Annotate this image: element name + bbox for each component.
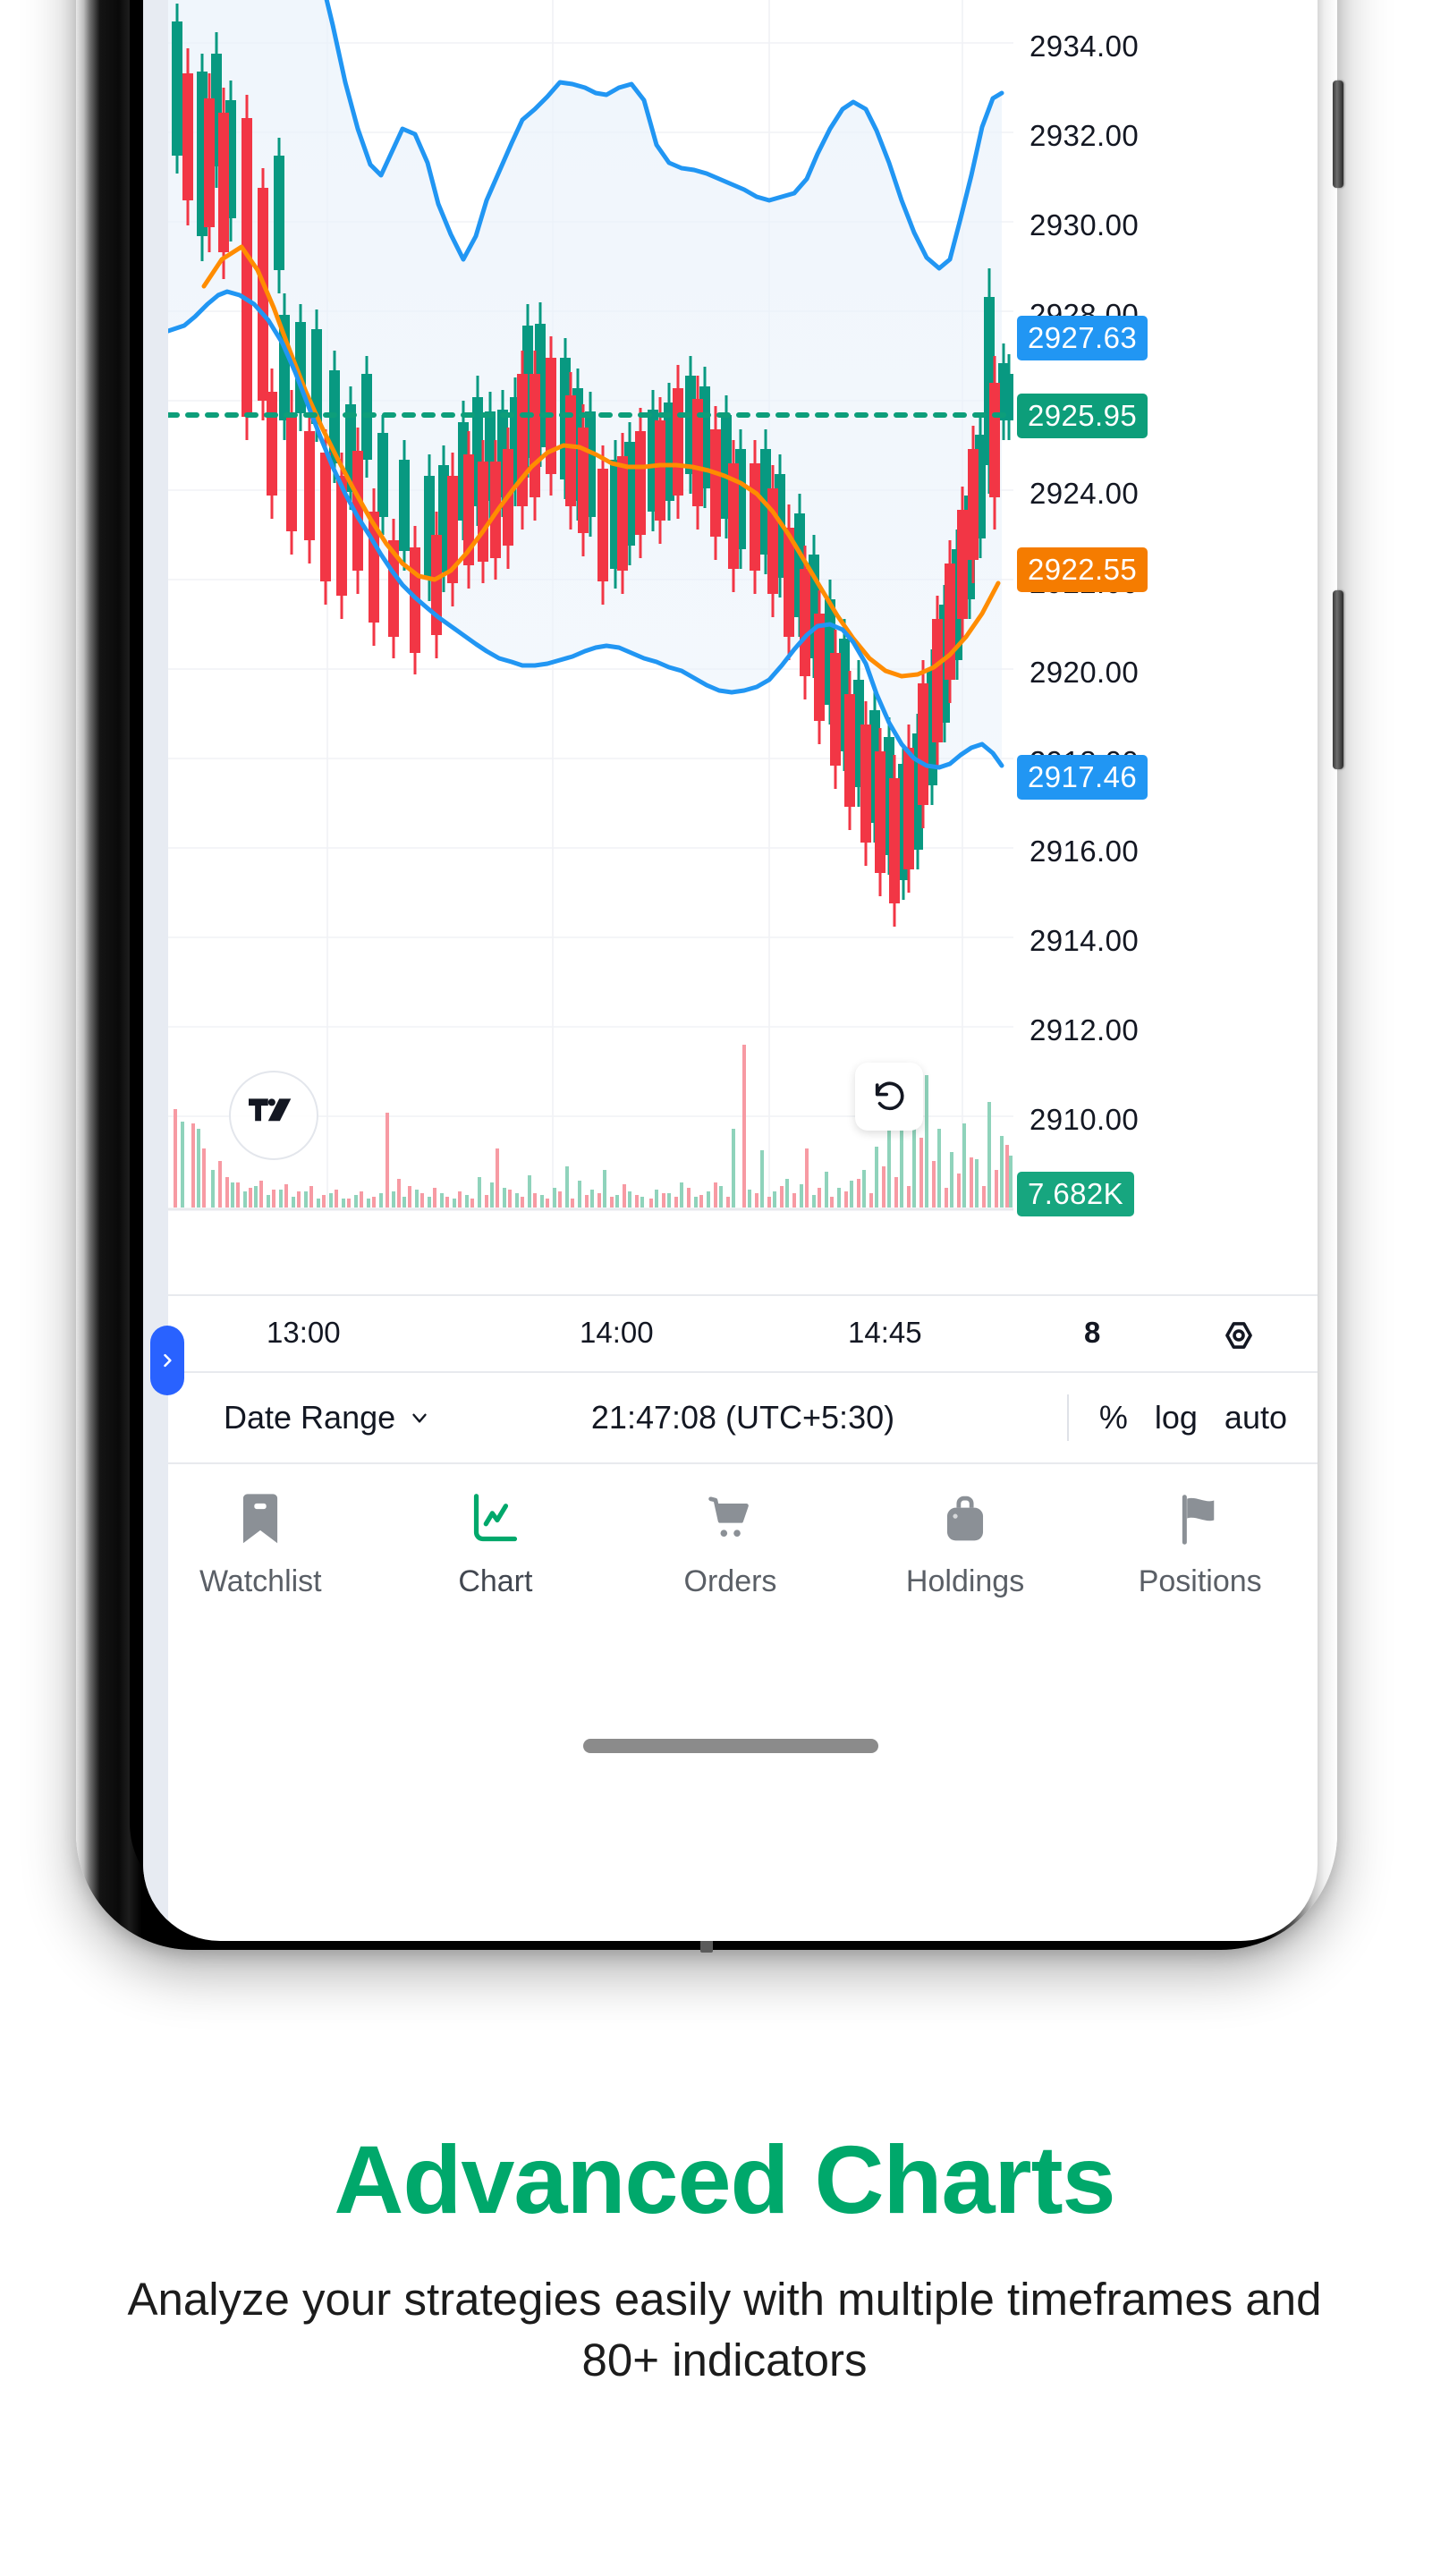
price-label-moving-average: 2922.55: [1017, 547, 1148, 592]
price-tick: 2934.00: [1030, 30, 1140, 63]
chart-settings-button[interactable]: [1216, 1312, 1262, 1359]
price-tick: 2914.00: [1030, 924, 1140, 957]
phone-volume-button[interactable]: [1333, 80, 1343, 188]
bookmark-icon: [234, 1489, 286, 1550]
time-tick: 14:00: [580, 1316, 654, 1349]
price-label-bollinger-lower: 2917.46: [1017, 755, 1148, 800]
drawing-toolbar-rail: [143, 0, 168, 1941]
time-tick: 14:45: [848, 1316, 922, 1349]
log-scale-toggle[interactable]: log: [1155, 1399, 1198, 1436]
nav-label: Orders: [683, 1564, 777, 1598]
price-axis[interactable]: 2938.00 2936.00 2934.00 2932.00 2930.00 …: [1013, 0, 1318, 1286]
price-tick: 2930.00: [1030, 208, 1140, 242]
phone-power-button[interactable]: [1333, 590, 1343, 769]
phone-screen: 2938.00 2936.00 2934.00 2932.00 2930.00 …: [143, 0, 1318, 1941]
scale-options: % log auto: [1099, 1399, 1287, 1436]
nav-label: Holdings: [905, 1564, 1025, 1598]
price-tick: 2920.00: [1030, 656, 1140, 689]
nav-label: Watchlist: [199, 1564, 322, 1598]
hex-settings-icon: [1225, 1322, 1252, 1349]
price-label-bollinger-upper: 2927.63: [1017, 316, 1148, 360]
auto-scale-toggle[interactable]: auto: [1224, 1399, 1287, 1436]
date-range-label: Date Range: [224, 1399, 396, 1436]
session-clock: 21:47:08 (UTC+5:30): [590, 1399, 895, 1436]
price-tick: 2912.00: [1030, 1013, 1140, 1046]
price-tick: 2910.00: [1030, 1103, 1140, 1136]
nav-item-positions[interactable]: Positions: [1082, 1489, 1318, 1597]
percent-scale-toggle[interactable]: %: [1099, 1399, 1128, 1436]
chevron-down-icon: [412, 1413, 427, 1423]
price-tick: 2924.00: [1030, 477, 1140, 510]
date-range-dropdown[interactable]: Date Range: [224, 1399, 431, 1436]
nav-item-holdings[interactable]: Holdings: [848, 1489, 1083, 1597]
reset-chart-view-button[interactable]: [855, 1063, 923, 1131]
time-tick-current: 8: [1084, 1316, 1101, 1349]
promo-subtitle: Analyze your strategies easily with mult…: [127, 2274, 1322, 2386]
nav-item-chart[interactable]: Chart: [378, 1489, 614, 1597]
chevron-right-icon: [164, 1353, 172, 1368]
reset-rotate-icon: [875, 1081, 904, 1111]
cart-icon: [704, 1489, 756, 1550]
promo-title: Advanced Charts: [334, 2125, 1115, 2233]
home-indicator[interactable]: [582, 1739, 878, 1753]
divider: [1067, 1394, 1069, 1441]
price-label-last-price: 2925.95: [1017, 394, 1148, 438]
briefcase-icon: [939, 1489, 991, 1550]
nav-item-watchlist[interactable]: Watchlist: [143, 1489, 378, 1597]
date-range-bar: Date Range 21:47:08 (UTC+5:30) % log aut…: [168, 1373, 1318, 1464]
flag-icon: [1174, 1489, 1226, 1550]
time-tick: 13:00: [267, 1316, 341, 1349]
tradingview-logo-badge[interactable]: [229, 1071, 318, 1160]
expand-toolbar-button[interactable]: [150, 1326, 184, 1395]
price-tick: 2932.00: [1030, 119, 1140, 152]
time-axis[interactable]: 13:00 14:00 14:45 8: [168, 1294, 1318, 1373]
nav-label: Positions: [1138, 1564, 1262, 1598]
bottom-navigation-bar: Watchlist Chart Orders Holdings Position…: [143, 1466, 1318, 1663]
price-tick: 2916.00: [1030, 835, 1140, 868]
line-chart-icon: [470, 1489, 521, 1550]
promo-block: Advanced Charts Analyze your strategies …: [0, 2129, 1449, 2391]
nav-label: Chart: [458, 1564, 533, 1598]
chart-canvas[interactable]: 2938.00 2936.00 2934.00 2932.00 2930.00 …: [168, 0, 1318, 1346]
volume-value-label: 7.682K: [1017, 1172, 1134, 1216]
tradingview-logo-icon: [249, 1098, 292, 1122]
nav-item-orders[interactable]: Orders: [613, 1489, 848, 1597]
